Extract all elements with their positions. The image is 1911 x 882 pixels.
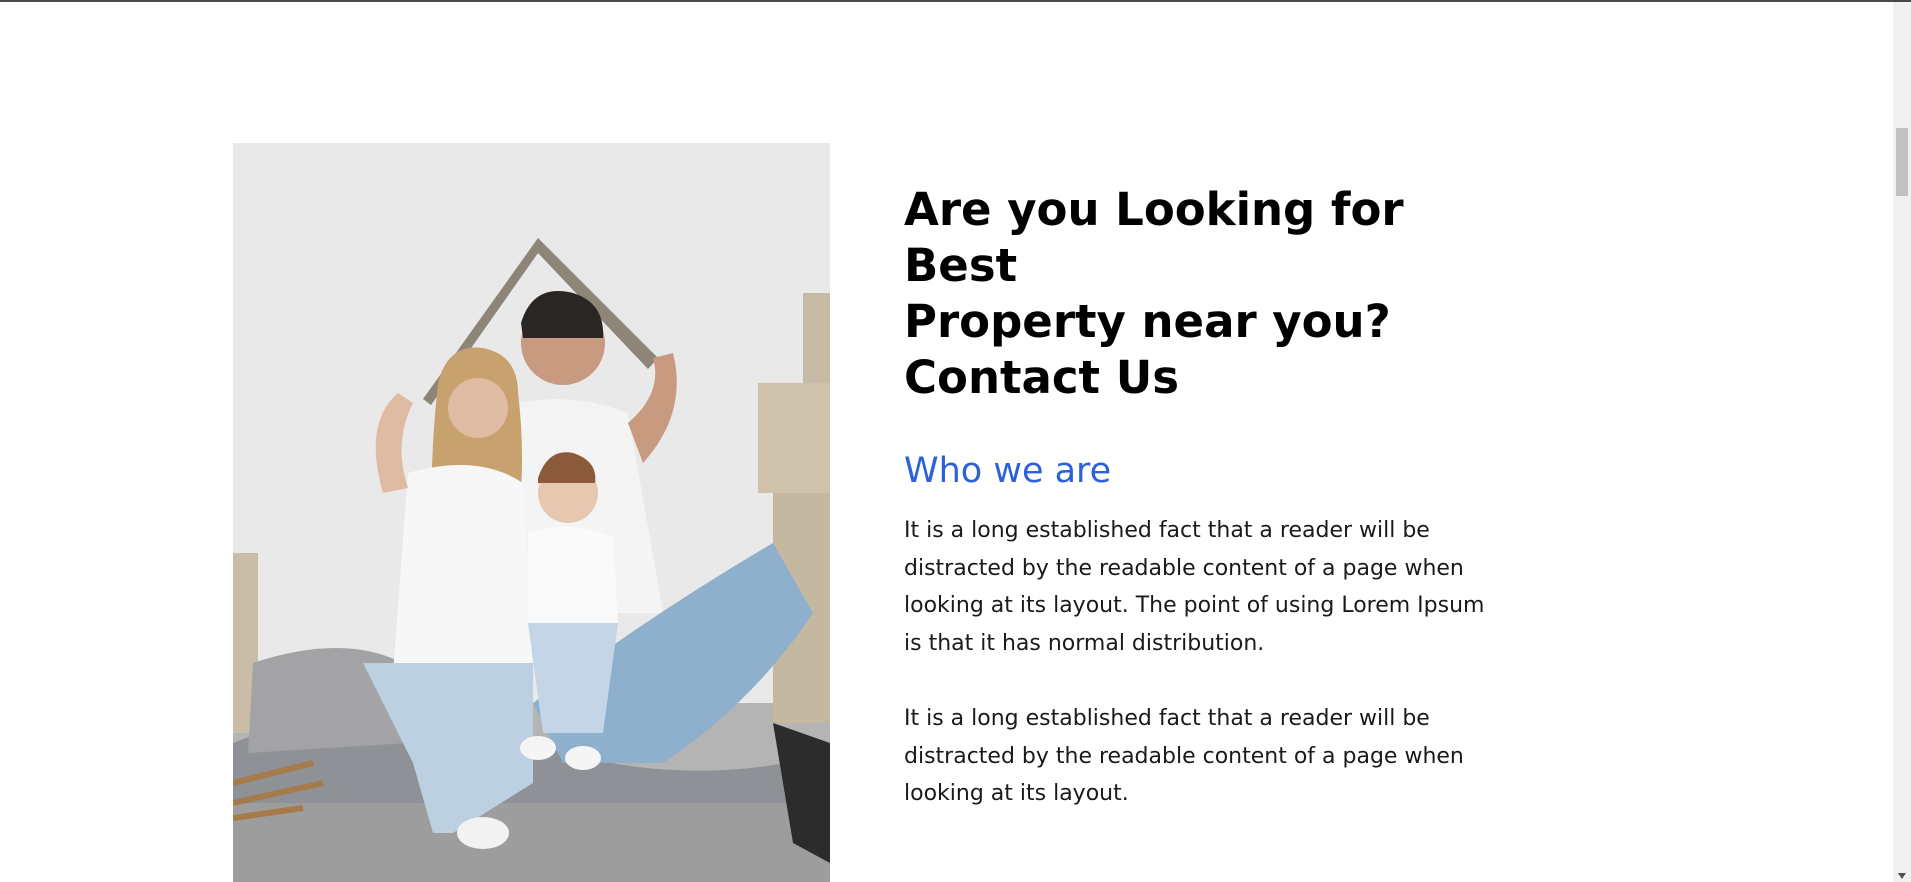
scrollbar-thumb[interactable] xyxy=(1896,128,1908,196)
about-section: Are you Looking for Best Property near y… xyxy=(904,182,1504,813)
about-paragraph-2: It is a long established fact that a rea… xyxy=(904,706,1464,806)
vertical-scrollbar[interactable] xyxy=(1893,2,1911,882)
family-photo-illustration xyxy=(233,143,830,882)
page-headline: Are you Looking for Best Property near y… xyxy=(904,183,1404,404)
page: Are you Looking for Best Property near y… xyxy=(0,2,1893,882)
family-photo xyxy=(233,143,830,882)
scroll-down-arrow-icon[interactable] xyxy=(1898,873,1906,879)
about-paragraph-1: It is a long established fact that a rea… xyxy=(904,518,1485,656)
who-we-are-heading: Who we are xyxy=(904,451,1112,491)
